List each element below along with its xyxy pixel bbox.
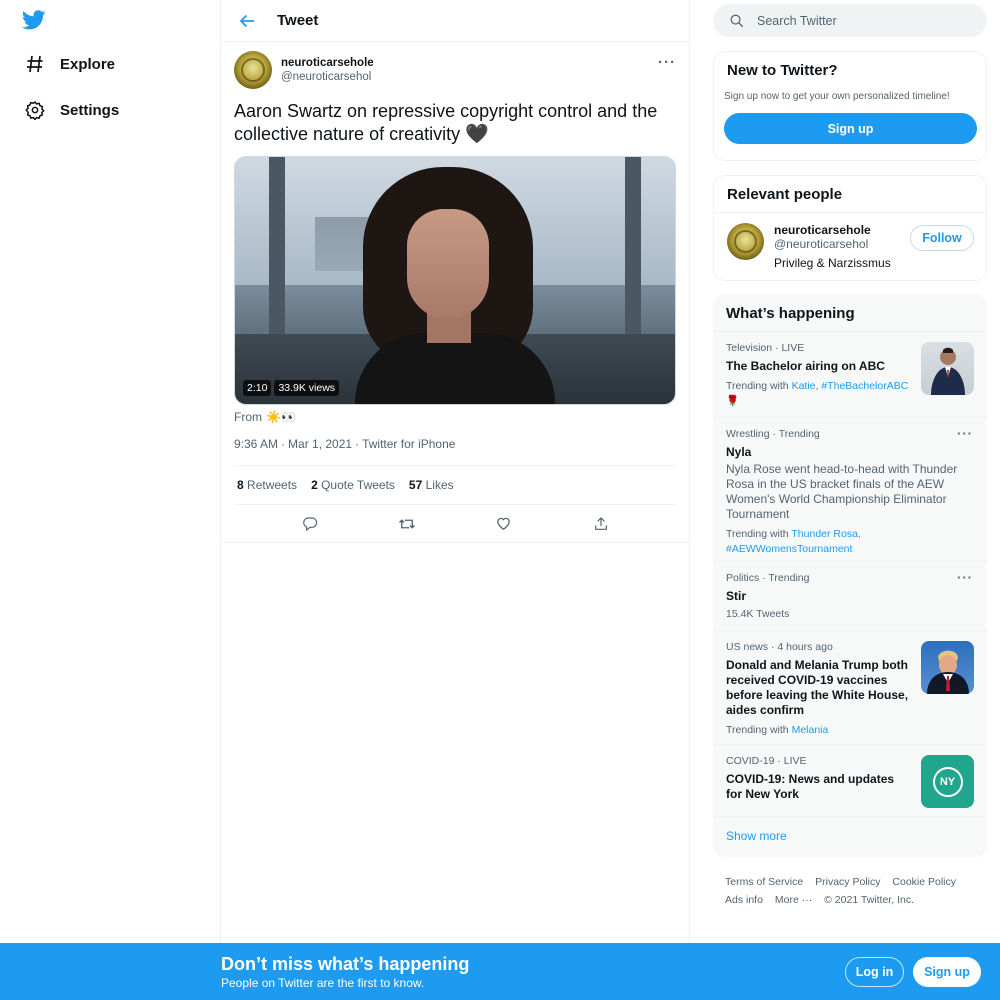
trend-more-icon[interactable]: ··· — [957, 570, 973, 585]
trend-title: The Bachelor airing on ABC — [726, 359, 885, 373]
footer-link-cookie[interactable]: Cookie Policy — [892, 876, 956, 888]
footer-link-privacy[interactable]: Privacy Policy — [815, 876, 880, 888]
trend-description: Nyla Rose went head-to-head with Thunder… — [726, 462, 958, 521]
nav-settings[interactable]: Settings — [24, 95, 119, 125]
main-column: Tweet neuroticarsehole @neuroticarsehol … — [221, 0, 690, 943]
right-column: New to Twitter? Sign up now to get your … — [713, 0, 987, 909]
main-header: Tweet — [221, 0, 689, 42]
like-icon[interactable] — [493, 513, 515, 535]
tweet-date[interactable]: Mar 1, 2021 — [288, 437, 352, 451]
hashtag-icon — [24, 53, 46, 75]
trend-item[interactable]: Wrestling · Trending Nyla Nyla Rose went… — [713, 418, 987, 562]
tweet-stats: 8 Retweets 2 Quote Tweets 57 Likes — [234, 465, 676, 505]
search-input[interactable] — [757, 13, 957, 28]
video-source: From ☀️👀 — [234, 409, 676, 425]
trend-meta: Politics · Trending — [726, 572, 810, 584]
trend-thumbnail — [921, 342, 974, 395]
covid-ny-icon: NY — [921, 755, 974, 808]
nav-explore[interactable]: Explore — [24, 49, 115, 79]
trend-item[interactable]: COVID-19 · LIVE COVID-19: News and updat… — [713, 745, 987, 817]
new-to-twitter-subtitle: Sign up now to get your own personalized… — [724, 91, 950, 102]
author-name[interactable]: neuroticarsehole — [281, 56, 374, 70]
nav-explore-label: Explore — [60, 55, 116, 73]
search-box[interactable] — [713, 4, 987, 37]
trend-title: Stir — [726, 589, 747, 603]
trend-tags[interactable]: Katie, #TheBachelorABC — [792, 380, 909, 392]
author-handle[interactable]: @neuroticarsehol — [281, 70, 374, 84]
trend-tags[interactable]: Melania — [792, 724, 829, 736]
tweet-client: Twitter for iPhone — [362, 437, 456, 451]
whats-happening-card: What’s happening Television · LIVE The B… — [713, 294, 987, 857]
trend-title: COVID-19: News and updates for New York — [726, 772, 895, 801]
likes-stat[interactable]: 57 Likes — [409, 478, 454, 492]
page-title: Tweet — [277, 12, 319, 29]
login-button[interactable]: Log in — [845, 957, 904, 987]
retweet-icon[interactable] — [396, 513, 418, 535]
trend-with: Trending with Thunder Rosa, #AEWWomensTo… — [726, 528, 861, 555]
relevant-people-title: Relevant people — [727, 186, 843, 203]
person-handle[interactable]: @neuroticarsehol — [774, 237, 891, 252]
trend-title: Donald and Melania Trump both received C… — [726, 658, 909, 717]
copyright: © 2021 Twitter, Inc. — [824, 894, 914, 906]
nav-settings-label: Settings — [60, 101, 120, 119]
new-to-twitter-card: New to Twitter? Sign up now to get your … — [713, 51, 987, 161]
trend-more-icon[interactable]: ··· — [957, 426, 973, 441]
bottom-bar-title: Don’t miss what’s happening — [221, 954, 470, 974]
tweet-text-body: Aaron Swartz on repressive copyright con… — [234, 101, 658, 144]
trend-meta: Wrestling · Trending — [726, 428, 820, 440]
relevant-person[interactable]: neuroticarsehole @neuroticarsehol Privil… — [714, 213, 986, 280]
trend-count: 15.4K Tweets — [726, 608, 790, 620]
from-emoji[interactable]: ☀️👀 — [266, 410, 296, 424]
reply-icon[interactable] — [299, 513, 321, 535]
trend-with: Trending with Melania — [726, 724, 829, 736]
tweet-author[interactable]: neuroticarsehole @neuroticarsehol — [234, 51, 676, 89]
ny-badge: NY — [932, 766, 963, 797]
trend-thumbnail — [921, 641, 974, 694]
video-views: 33.9K views — [274, 380, 340, 396]
tweet-time[interactable]: 9:36 AM — [234, 437, 278, 451]
back-arrow-icon[interactable] — [237, 11, 257, 31]
tweet: neuroticarsehole @neuroticarsehol ··· Aa… — [221, 42, 689, 543]
gear-icon — [24, 99, 46, 121]
show-more-link[interactable]: Show more — [713, 817, 987, 857]
bottom-bar-subtitle: People on Twitter are the first to know. — [221, 976, 425, 990]
footer-link-more[interactable]: More ··· — [775, 894, 812, 906]
tweet-text: Aaron Swartz on repressive copyright con… — [234, 100, 674, 146]
person-name[interactable]: neuroticarsehole — [774, 223, 891, 237]
trend-title: Nyla — [726, 445, 752, 459]
signup-button[interactable]: Sign up — [913, 957, 981, 987]
bottom-signup-bar: Don’t miss what’s happening People on Tw… — [0, 943, 1000, 1000]
footer-link-terms[interactable]: Terms of Service — [725, 876, 803, 888]
new-to-twitter-title: New to Twitter? — [727, 62, 838, 79]
black-heart-emoji: 🖤 — [465, 124, 489, 145]
rose-emoji: 🌹 — [726, 395, 740, 407]
retweets-stat[interactable]: 8 Retweets — [237, 478, 297, 492]
twitter-logo-icon[interactable] — [21, 8, 46, 32]
trend-item[interactable]: Politics · Trending Stir 15.4K Tweets ··… — [713, 562, 987, 631]
avatar[interactable] — [234, 51, 272, 89]
tweet-meta: 9:36 AM · Mar 1, 2021 · Twitter for iPhone — [234, 437, 456, 451]
footer-links: Terms of Service Privacy Policy Cookie P… — [713, 873, 975, 909]
quote-tweets-stat[interactable]: 2 Quote Tweets — [311, 478, 395, 492]
share-icon[interactable] — [590, 513, 612, 535]
trend-with: Trending with Katie, #TheBachelorABC 🌹 — [726, 380, 909, 407]
person-avatar[interactable] — [727, 223, 764, 260]
video-badges: 2:10 33.9K views — [243, 380, 340, 396]
relevant-people-card: Relevant people neuroticarsehole @neurot… — [713, 175, 987, 281]
follow-button[interactable]: Follow — [910, 225, 974, 251]
person-bio: Privileg & Narzissmus — [774, 256, 891, 270]
from-label: From — [234, 410, 262, 424]
more-options-icon[interactable]: ··· — [658, 54, 676, 71]
whats-happening-title: What’s happening — [713, 294, 987, 332]
left-nav: Explore Settings — [0, 0, 221, 1000]
video-player[interactable]: 2:10 33.9K views — [234, 156, 676, 405]
sidebar-signup-button[interactable]: Sign up — [724, 113, 977, 144]
search-icon — [729, 13, 745, 29]
footer-link-ads[interactable]: Ads info — [725, 894, 763, 906]
video-duration: 2:10 — [243, 380, 272, 396]
trend-item[interactable]: US news · 4 hours ago Donald and Melania… — [713, 631, 987, 745]
trend-item[interactable]: Television · LIVE The Bachelor airing on… — [713, 332, 987, 418]
tweet-actions — [221, 505, 689, 543]
